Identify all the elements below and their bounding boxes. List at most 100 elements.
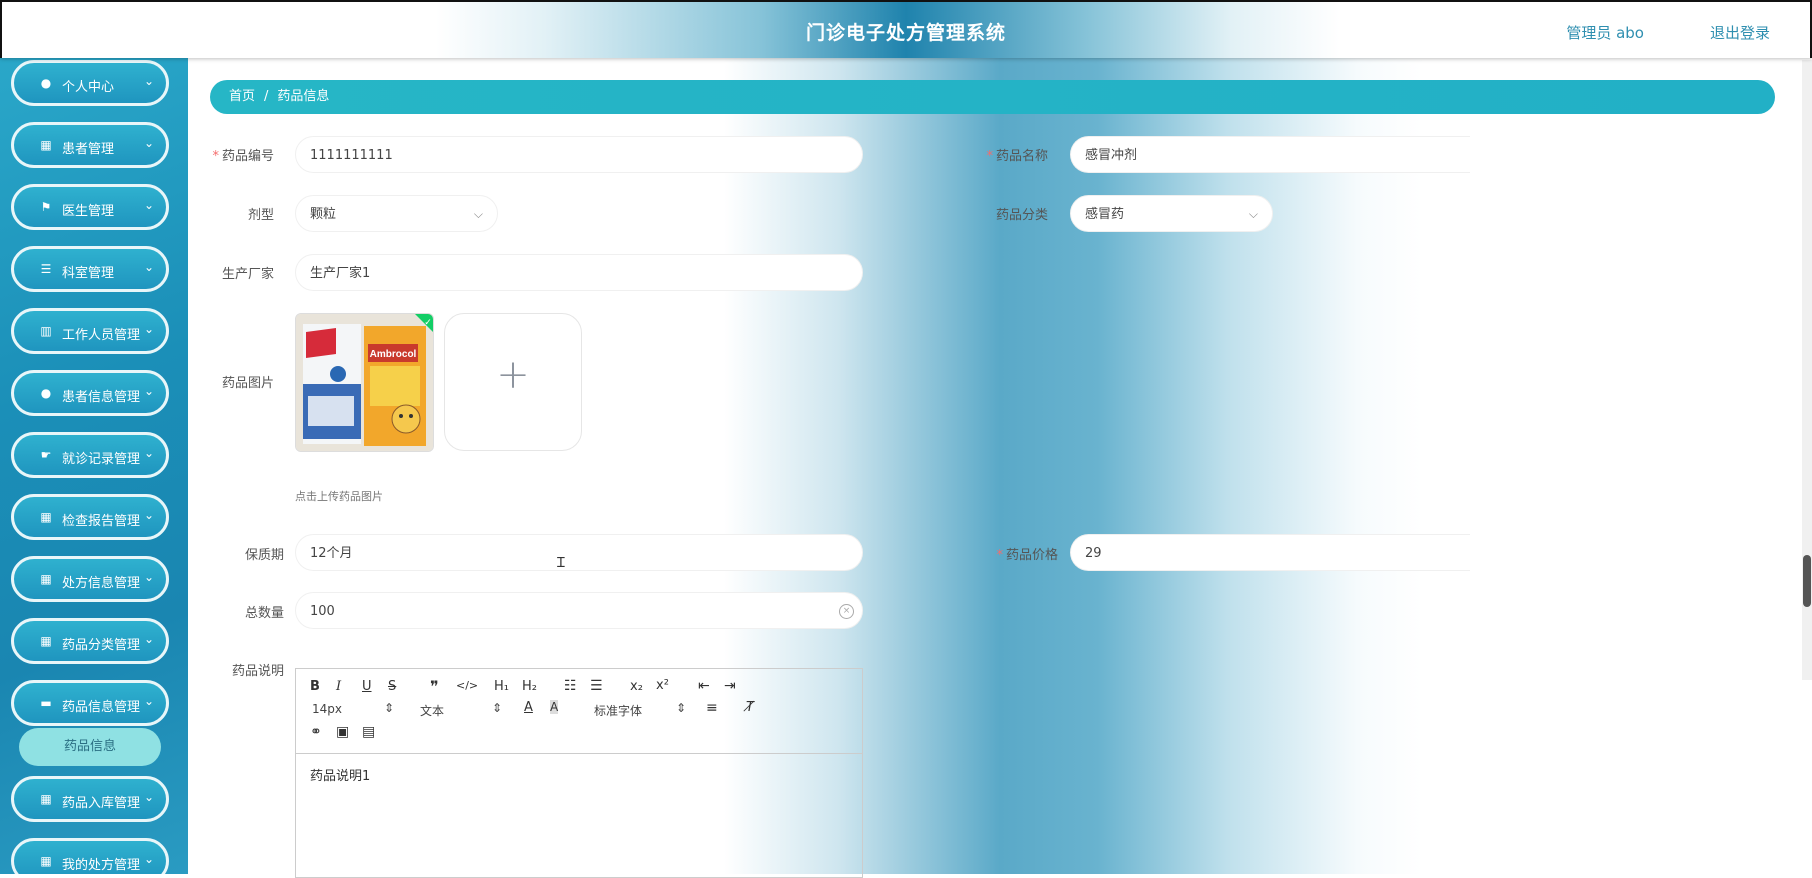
chevron-down-icon: ⌄	[143, 508, 154, 522]
breadcrumb-current: 药品信息	[277, 89, 330, 104]
image-icon[interactable]: ▣	[336, 724, 349, 740]
thumb-box-label: Ambrocol	[370, 349, 417, 360]
clean-format-icon[interactable]: T̸	[746, 700, 754, 715]
chevron-down-icon: ⌄	[143, 136, 154, 150]
sidebar-item-personal-center[interactable]: ● 个人中心 ⌄	[11, 60, 169, 106]
name-label: * 药品名称	[986, 149, 1048, 164]
header2-icon[interactable]: H₂	[522, 679, 537, 694]
strike-icon[interactable]: S	[388, 679, 396, 694]
scrollbar-thumb[interactable]	[1803, 555, 1811, 607]
total-value: 100	[310, 604, 335, 619]
app-title: 门诊电子处方管理系统	[805, 22, 1006, 44]
video-icon[interactable]: ▤	[362, 724, 375, 740]
sidebar-item-label: 药品入库管理	[62, 796, 141, 811]
bold-icon[interactable]: B	[310, 679, 320, 694]
chevron-down-icon: ⌵	[1248, 207, 1258, 221]
rich-text-editor: B I U S ❞ </> H₁ H₂ ☷ ☰ x₂ x² ⇤ ⇥ 14px ⇕ …	[295, 668, 863, 878]
logout-link[interactable]: 退出登录	[1710, 22, 1770, 43]
superscript-icon[interactable]: x²	[656, 678, 669, 693]
sidebar-item-prescriptions[interactable]: ▦ 处方信息管理 ⌄	[11, 556, 169, 602]
editor-content[interactable]: 药品说明1	[310, 765, 370, 784]
align-icon[interactable]: ≡	[706, 700, 718, 716]
font-family-select[interactable]: 标准字体 ⇕	[594, 701, 686, 719]
background-color-icon[interactable]: A	[550, 700, 559, 714]
user-icon: ●	[40, 76, 52, 90]
bullet-list-icon[interactable]: ☰	[590, 678, 603, 694]
sidebar-item-departments[interactable]: ☰ 科室管理 ⌄	[11, 246, 169, 292]
sidebar-item-doctors[interactable]: ⚑ 医生管理 ⌄	[11, 184, 169, 230]
total-input[interactable]: 100 ×	[295, 592, 863, 629]
grid-icon: ▦	[40, 854, 52, 868]
building-icon: ▥	[40, 324, 52, 338]
sidebar-item-drug-categories[interactable]: ▦ 药品分类管理 ⌄	[11, 618, 169, 664]
clear-icon[interactable]: ×	[839, 604, 854, 619]
shelf-input[interactable]: 12个月	[295, 534, 863, 571]
sidebar-item-label: 检查报告管理	[62, 514, 141, 529]
sidebar-item-drug-stock-in[interactable]: ▦ 药品入库管理 ⌄	[11, 776, 169, 822]
current-user: 管理员 abo	[1566, 24, 1644, 42]
breadcrumb-home[interactable]: 首页	[229, 89, 255, 104]
sidebar: ● 个人中心 ⌄ ▦ 患者管理 ⌄ ⚑ 医生管理 ⌄ ☰ 科室管理 ⌄ ▥ 工作…	[0, 58, 188, 874]
sidebar-item-visit-records[interactable]: ☛ 就诊记录管理 ⌄	[11, 432, 169, 478]
category-selected-value: 感冒药	[1085, 207, 1125, 222]
font-color-icon[interactable]: A	[524, 700, 533, 715]
type-selected-value: 颗粒	[310, 207, 337, 222]
underline-icon[interactable]: U	[362, 679, 372, 694]
image-label: 药品图片	[221, 376, 274, 391]
sidebar-item-label: 工作人员管理	[62, 328, 141, 343]
grid9-icon: ▦	[40, 572, 52, 586]
code-input[interactable]: 1111111111	[295, 136, 863, 173]
chevron-down-icon: ⌄	[143, 632, 154, 646]
plus-icon: +	[496, 352, 530, 398]
sidebar-item-patients[interactable]: ▦ 患者管理 ⌄	[11, 122, 169, 168]
editor-toolbar: B I U S ❞ </> H₁ H₂ ☷ ☰ x₂ x² ⇤ ⇥ 14px ⇕ …	[296, 669, 862, 754]
sidebar-item-label: 医生管理	[62, 204, 115, 219]
font-family-value: 标准字体	[594, 704, 643, 718]
text-cursor-icon: Ɪ	[557, 555, 565, 571]
top-header: 门诊电子处方管理系统 管理员 abo 退出登录	[0, 0, 1812, 58]
indent-icon[interactable]: ⇥	[724, 678, 736, 694]
sidebar-item-staff[interactable]: ▥ 工作人员管理 ⌄	[11, 308, 169, 354]
chevron-down-icon: ⌵	[473, 207, 483, 221]
desc-label: 药品说明	[231, 664, 284, 679]
chevron-down-icon: ⌄	[143, 198, 154, 212]
updown-icon: ⇕	[676, 701, 687, 715]
sidebar-item-label: 处方信息管理	[62, 576, 141, 591]
uploaded-image-thumb[interactable]: Ambrocol ✓	[295, 313, 434, 452]
blockquote-icon[interactable]: ❞	[430, 677, 439, 696]
outdent-icon[interactable]: ⇤	[698, 678, 710, 694]
maker-label: 生产厂家	[221, 267, 274, 282]
updown-icon: ⇕	[492, 701, 503, 715]
category-select[interactable]: 感冒药 ⌵	[1070, 195, 1273, 232]
header1-icon[interactable]: H₁	[494, 679, 509, 694]
chevron-down-icon: ⌄	[143, 790, 154, 804]
grid-icon: ▦	[40, 510, 52, 524]
type-select[interactable]: 颗粒 ⌵	[295, 195, 498, 232]
shelf-label: 保质期	[244, 548, 284, 563]
name-input[interactable]: 感冒冲剂	[1070, 136, 1470, 173]
upload-add-button[interactable]: +	[444, 313, 582, 451]
sidebar-item-my-prescriptions[interactable]: ▦ 我的处方管理 ⌄	[11, 838, 169, 874]
sidebar-item-exam-reports[interactable]: ▦ 检查报告管理 ⌄	[11, 494, 169, 540]
sidebar-item-label: 就诊记录管理	[62, 452, 141, 467]
sidebar-item-drug-info[interactable]: ▬ 药品信息管理 ⌄	[11, 680, 169, 726]
font-size-value: 14px	[312, 702, 342, 716]
grid-icon: ▦	[40, 792, 52, 806]
grid-icon: ▦	[40, 138, 52, 152]
page-scrollbar[interactable]	[1802, 60, 1812, 680]
updown-icon: ⇕	[384, 701, 395, 715]
price-label: * 药品价格	[996, 548, 1058, 563]
ordered-list-icon[interactable]: ☷	[564, 678, 577, 694]
block-type-select[interactable]: 文本 ⇕	[420, 701, 502, 719]
font-size-select[interactable]: 14px ⇕	[312, 701, 394, 716]
price-input[interactable]: 29	[1070, 534, 1470, 571]
submenu-drug-info[interactable]: 药品信息	[19, 728, 161, 766]
link-icon[interactable]: ⚭	[310, 724, 322, 740]
sidebar-item-patient-info[interactable]: ● 患者信息管理 ⌄	[11, 370, 169, 416]
maker-input[interactable]: 生产厂家1	[295, 254, 863, 291]
code-block-icon[interactable]: </>	[456, 679, 478, 692]
bulb-icon: ●	[40, 386, 52, 400]
italic-icon[interactable]: I	[336, 679, 341, 694]
subscript-icon[interactable]: x₂	[630, 679, 643, 694]
sidebar-item-label: 药品分类管理	[62, 638, 141, 653]
